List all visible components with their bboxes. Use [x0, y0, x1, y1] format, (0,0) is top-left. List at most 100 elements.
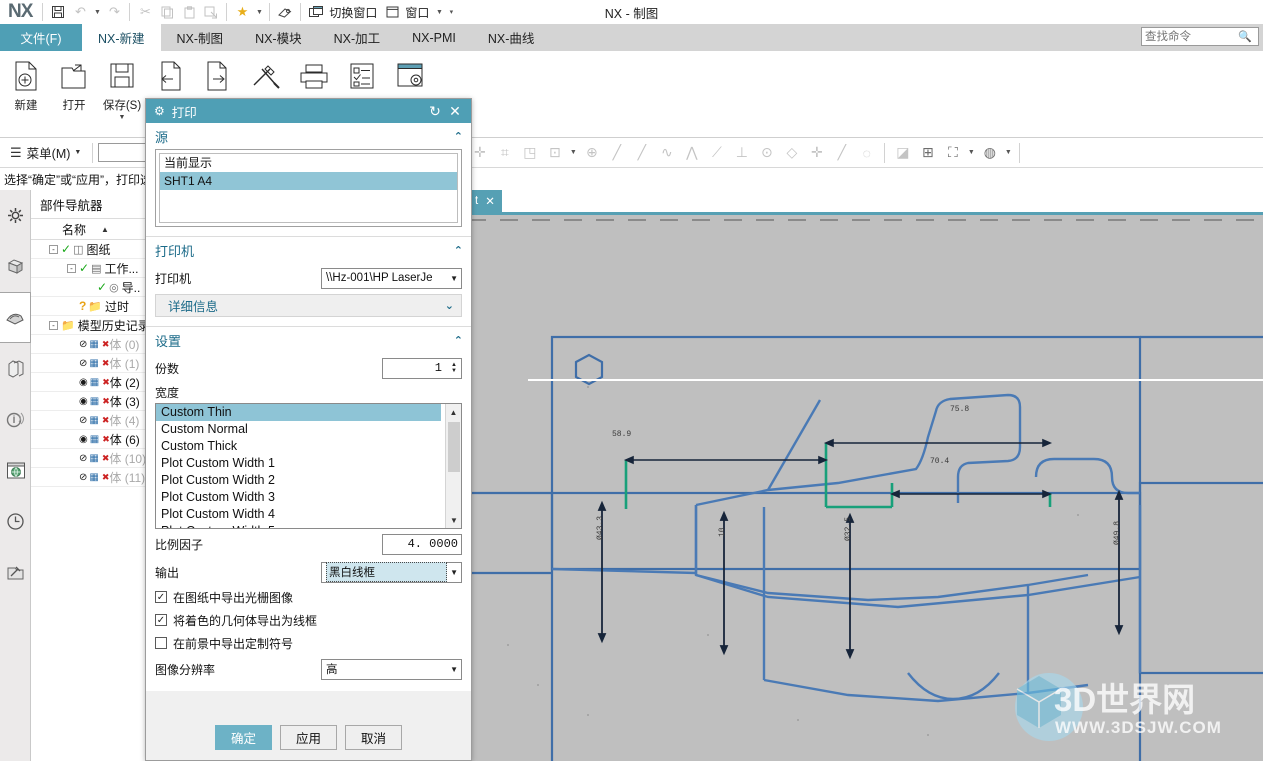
- snap-surface-icon[interactable]: ◌: [854, 141, 879, 165]
- dim-49-8[interactable]: Ø49.8: [1113, 521, 1122, 545]
- width-option[interactable]: Custom Normal: [156, 421, 441, 438]
- expander-toggle[interactable]: -: [49, 244, 58, 254]
- width-option[interactable]: Plot Custom Width 1: [156, 455, 441, 472]
- snap-face-icon[interactable]: ◳: [517, 141, 542, 165]
- snap-control-point-icon[interactable]: ⟋: [704, 141, 729, 165]
- window-icon[interactable]: [381, 1, 403, 23]
- drawing-navigator-icon[interactable]: [0, 292, 31, 343]
- snap-body-icon[interactable]: ⊡: [542, 141, 567, 165]
- open-button[interactable]: 打开: [50, 53, 98, 121]
- chevron-up-icon[interactable]: ⌃: [454, 244, 463, 257]
- expander-toggle[interactable]: -: [49, 320, 58, 330]
- copies-stepper[interactable]: 1 ▲ ▼: [382, 357, 462, 379]
- width-option[interactable]: Plot Custom Width 2: [156, 472, 441, 489]
- chevron-down-icon[interactable]: ▼: [447, 568, 458, 577]
- width-option[interactable]: Custom Thin: [156, 404, 441, 421]
- zoom-dropdown-caret[interactable]: ▼: [965, 142, 977, 164]
- cut-icon[interactable]: ✂: [134, 1, 156, 23]
- chevron-down-icon[interactable]: ⌄: [445, 299, 454, 312]
- visible-icon[interactable]: ◉: [79, 377, 88, 388]
- hidden-icon[interactable]: ⊘: [79, 472, 87, 483]
- style-icon[interactable]: ◍: [977, 141, 1002, 165]
- checkbox-box[interactable]: [155, 637, 167, 649]
- hidden-icon[interactable]: ⊘: [79, 453, 87, 464]
- dim-32-5[interactable]: Ø32.5: [844, 517, 853, 541]
- dim-10[interactable]: 10: [718, 527, 727, 537]
- ok-button[interactable]: 确定: [215, 725, 272, 750]
- scale-input[interactable]: 4. 0000: [382, 533, 462, 555]
- menu-label[interactable]: 菜单(M): [27, 143, 71, 162]
- hidden-icon[interactable]: ⊘: [79, 358, 87, 369]
- process-studio-icon[interactable]: [0, 547, 31, 598]
- reset-icon[interactable]: ↻: [425, 103, 445, 120]
- hidden-icon[interactable]: ⊘: [79, 415, 87, 426]
- snap-intersection-icon[interactable]: ⋀: [679, 141, 704, 165]
- dim-58-9[interactable]: 58.9: [612, 430, 631, 439]
- paste-special-icon[interactable]: [200, 1, 222, 23]
- cancel-button[interactable]: 取消: [345, 725, 402, 750]
- favorites-dropdown-caret[interactable]: ▼: [253, 1, 265, 23]
- snap-endpoint-icon[interactable]: ╱: [604, 141, 629, 165]
- style-dropdown-caret[interactable]: ▼: [1002, 142, 1014, 164]
- snap-curve-icon[interactable]: ⌗: [492, 141, 517, 165]
- tab-nx-pmi[interactable]: NX-PMI: [396, 24, 472, 51]
- snap-quadrant-icon[interactable]: ⊥: [729, 141, 754, 165]
- printer-section-header[interactable]: 打印机 ⌃: [146, 237, 471, 263]
- history-icon[interactable]: [0, 496, 31, 547]
- hamburger-icon[interactable]: ☰: [0, 145, 27, 161]
- graphics-area[interactable]: t ✕ 58.9 75.8 70.4 Ø43.3 10 Ø32.5 Ø49.8 …: [468, 190, 1263, 761]
- assembly-navigator-icon[interactable]: [0, 190, 31, 241]
- width-listbox-scrollbar[interactable]: ▲ ▼: [445, 404, 461, 528]
- snap-center-icon[interactable]: ⊕: [579, 141, 604, 165]
- hd3d-tools-icon[interactable]: [0, 394, 31, 445]
- visible-icon[interactable]: ◉: [79, 434, 88, 445]
- undo-dropdown-caret[interactable]: ▼: [91, 1, 103, 23]
- snap-tangent-icon[interactable]: ∿: [654, 141, 679, 165]
- chevron-up-icon[interactable]: ⌃: [454, 334, 463, 347]
- reuse-library-icon[interactable]: [0, 343, 31, 394]
- save-button[interactable]: 保存(S) ▼: [98, 53, 146, 121]
- print-dialog-titlebar[interactable]: ⚙ 打印 ↻ ✕: [146, 99, 471, 123]
- export-shaded-as-wireframe-checkbox[interactable]: ✓ 将着色的几何体导出为线框: [155, 609, 462, 631]
- redo-icon[interactable]: ↷: [103, 1, 125, 23]
- dim-70-4[interactable]: 70.4: [930, 457, 949, 466]
- hidden-icon[interactable]: ⊘: [79, 339, 87, 350]
- checkbox-box[interactable]: ✓: [155, 614, 167, 626]
- favorites-icon[interactable]: ★: [231, 1, 253, 23]
- snap-dropdown-caret[interactable]: ▼: [567, 142, 579, 164]
- checkbox-box[interactable]: ✓: [155, 591, 167, 603]
- command-search-input[interactable]: [1142, 29, 1238, 44]
- chevron-down-icon[interactable]: ▼: [447, 274, 458, 283]
- drawing-sheet[interactable]: 58.9 75.8 70.4 Ø43.3 10 Ø32.5 Ø49.8: [468, 215, 1263, 761]
- stepper-arrows[interactable]: ▲ ▼: [447, 362, 461, 374]
- window-dropdown-caret[interactable]: ▼: [433, 1, 445, 23]
- dim-75-8[interactable]: 75.8: [950, 405, 969, 414]
- new-button[interactable]: 新建: [2, 53, 50, 121]
- snap-point-on-face-icon[interactable]: ╱: [829, 141, 854, 165]
- stepper-down-icon[interactable]: ▼: [451, 368, 457, 374]
- export-custom-symbols-checkbox[interactable]: 在前景中导出定制符号: [155, 632, 462, 654]
- scroll-up-icon[interactable]: ▲: [446, 404, 461, 420]
- tab-nx-drafting[interactable]: NX-制图: [161, 24, 240, 51]
- zoom-window-icon[interactable]: ⛶: [940, 141, 965, 165]
- width-option[interactable]: Plot Custom Width 3: [156, 489, 441, 506]
- visible-icon[interactable]: ◉: [79, 396, 88, 407]
- expander-toggle[interactable]: -: [67, 263, 76, 273]
- layer-settings-icon[interactable]: ◪: [890, 141, 915, 165]
- drawing-tab[interactable]: t ✕: [468, 190, 502, 212]
- print-dialog[interactable]: ⚙ 打印 ↻ ✕ 源 ⌃ 当前显示 SHT1 A4 打印机 ⌃ 打印机 \\Hz…: [145, 98, 472, 761]
- resolution-combobox[interactable]: 高 ▼: [321, 658, 462, 680]
- tab-nx-new[interactable]: NX-新建: [82, 24, 161, 51]
- window-label[interactable]: 窗口: [403, 4, 433, 21]
- snap-midpoint-icon[interactable]: ╱: [629, 141, 654, 165]
- printer-details-expander[interactable]: 详细信息 ⌄: [155, 294, 462, 317]
- output-combobox[interactable]: 黑白线框 ▼: [321, 561, 462, 583]
- width-option[interactable]: Plot Custom Width 4: [156, 506, 441, 523]
- tab-nx-module[interactable]: NX-模块: [239, 24, 318, 51]
- tab-file[interactable]: 文件(F): [0, 24, 82, 51]
- close-icon[interactable]: ✕: [485, 194, 495, 208]
- settings-section-header[interactable]: 设置 ⌃: [146, 327, 471, 353]
- snap-arc-center-icon[interactable]: ⊙: [754, 141, 779, 165]
- snap-point-on-curve-icon[interactable]: ✛: [804, 141, 829, 165]
- eraser-icon[interactable]: [274, 1, 296, 23]
